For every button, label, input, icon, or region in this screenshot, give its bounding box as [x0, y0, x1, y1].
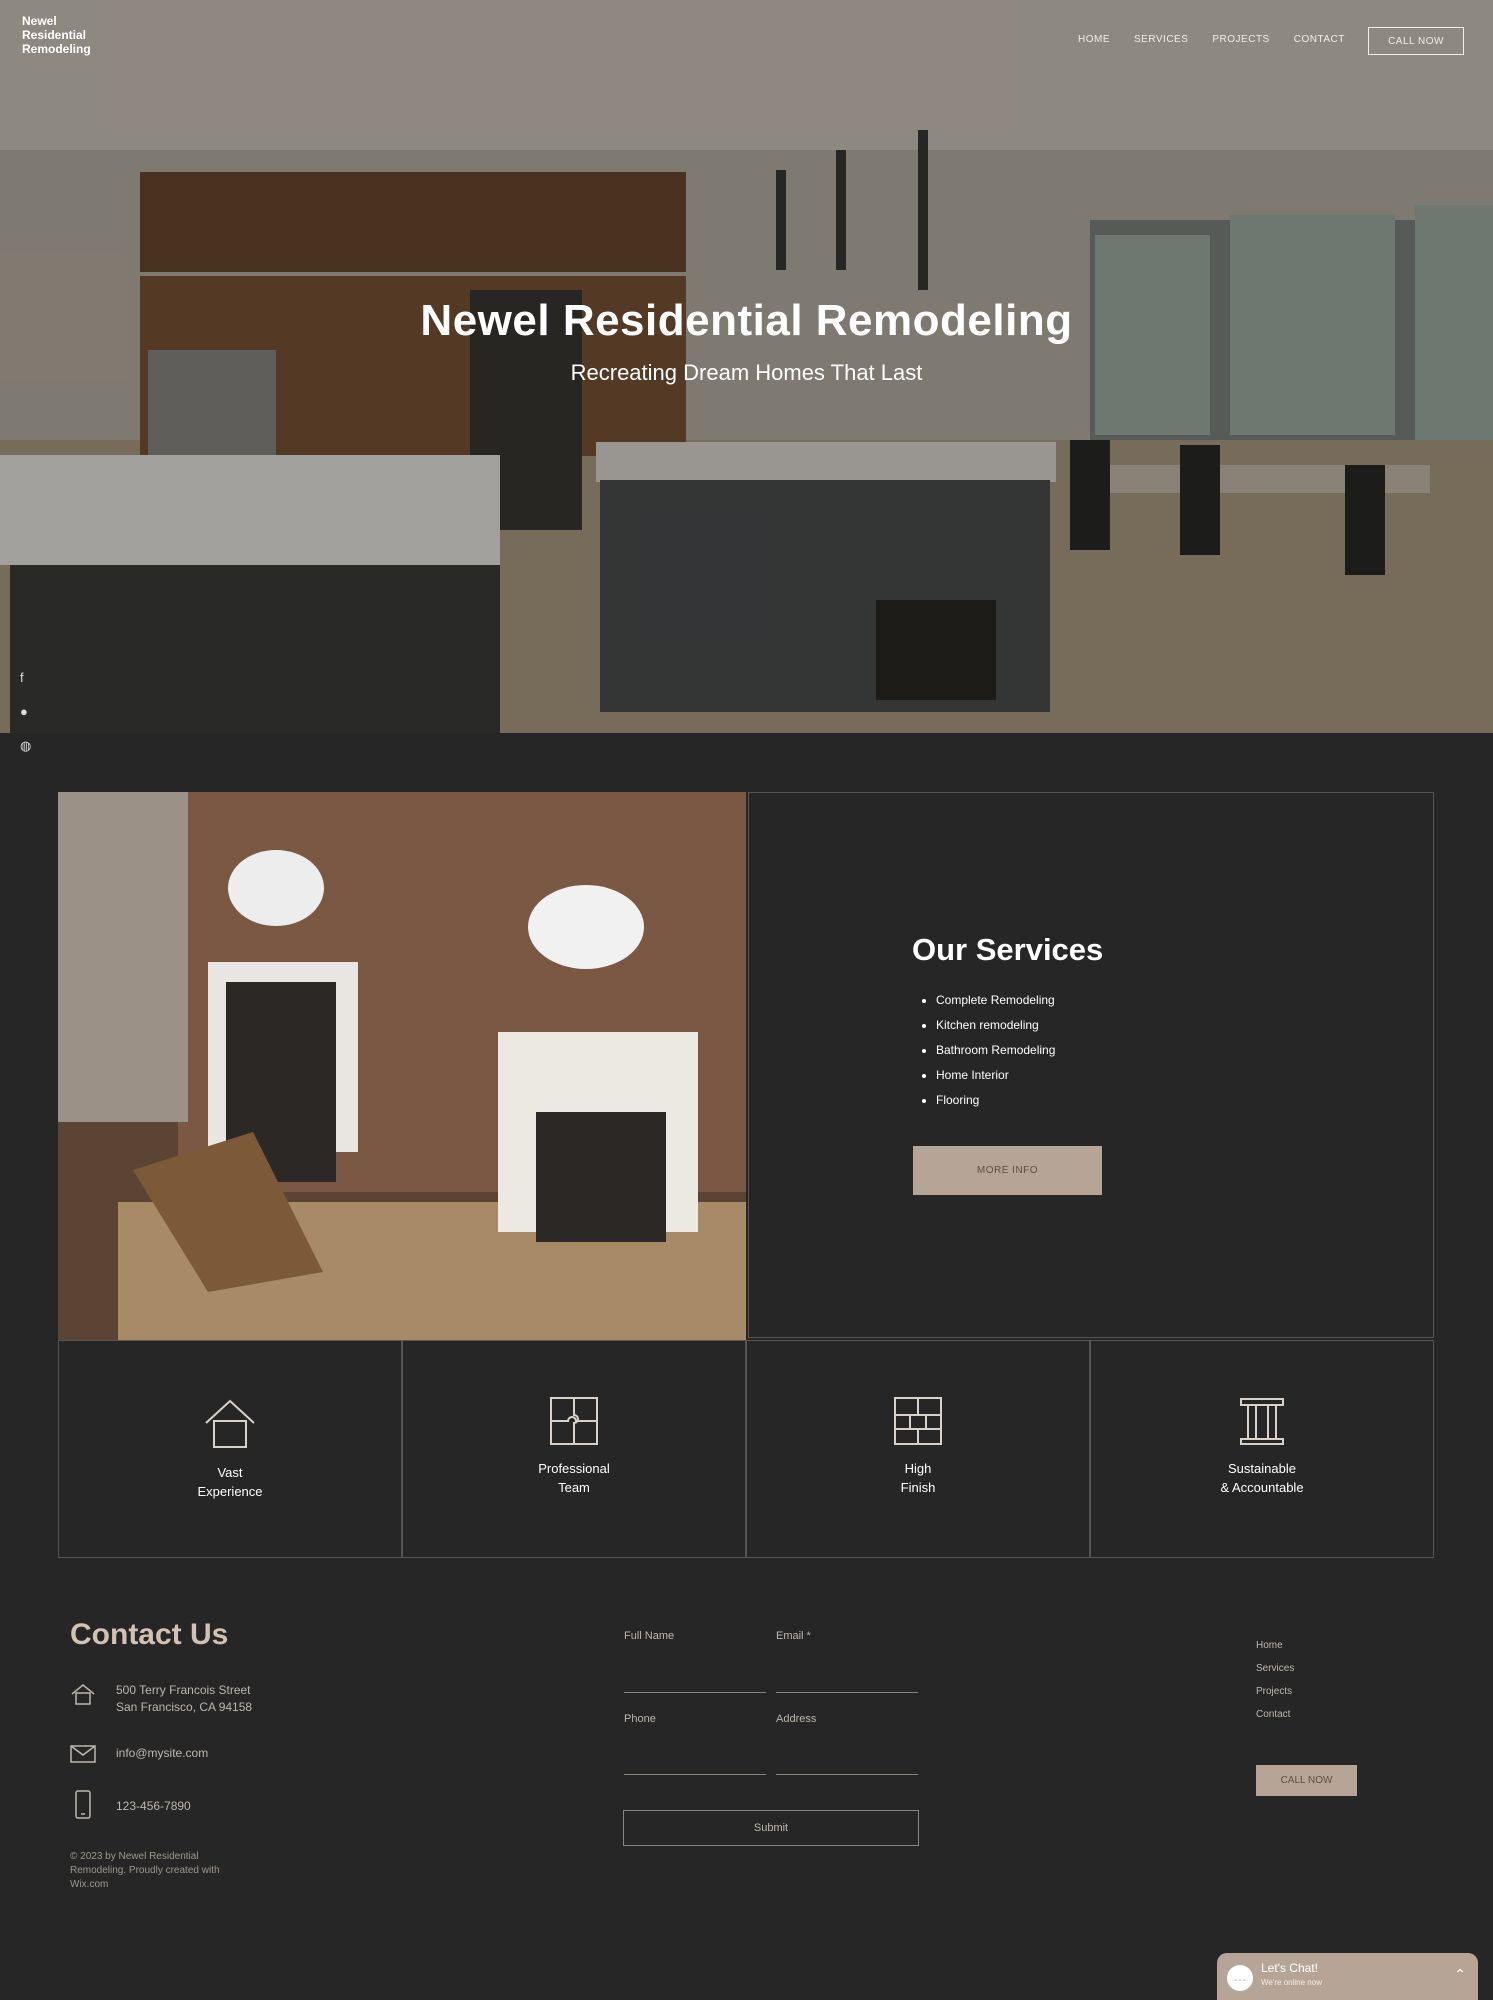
- footer-links: Home Services Projects Contact: [1256, 1634, 1294, 1726]
- hero-title: Newel Residential Remodeling: [420, 296, 1073, 345]
- nav-services[interactable]: SERVICES: [1134, 34, 1188, 45]
- email-link[interactable]: info@mysite.com: [116, 1745, 208, 1762]
- feature-label: Sustainable & Accountable: [1220, 1461, 1304, 1495]
- hero-subtitle: Recreating Dream Homes That Last: [570, 360, 923, 385]
- footer-link-services[interactable]: Services: [1256, 1657, 1294, 1680]
- footer-link-home[interactable]: Home: [1256, 1634, 1294, 1657]
- pinterest-icon[interactable]: ●: [20, 704, 28, 719]
- footer-link-contact[interactable]: Contact: [1256, 1703, 1294, 1726]
- nav-contact[interactable]: CONTACT: [1294, 34, 1345, 45]
- phone-input[interactable]: [624, 1774, 766, 1775]
- feature-team: Professional Team: [402, 1340, 746, 1558]
- services-panel: [748, 792, 1434, 1338]
- chat-bubble-icon: …: [1227, 1965, 1253, 1991]
- call-now-button[interactable]: CALL NOW: [1368, 27, 1464, 55]
- chat-widget[interactable]: … Let's Chat! We're online now ⌃: [1217, 1953, 1478, 2000]
- feature-label: High Finish: [900, 1461, 936, 1495]
- home-icon: [71, 1684, 95, 1705]
- main-nav: HOME SERVICES PROJECTS CONTACT: [1078, 34, 1369, 45]
- address-input[interactable]: [776, 1774, 918, 1775]
- service-item: Bathroom Remodeling: [936, 1038, 1055, 1063]
- column-icon: [1240, 1398, 1284, 1445]
- service-item: Kitchen remodeling: [936, 1013, 1055, 1038]
- full-name-input[interactable]: [624, 1692, 766, 1693]
- nav-projects[interactable]: PROJECTS: [1212, 34, 1269, 45]
- contact-address: 500 Terry Francois Street San Francisco,…: [70, 1682, 252, 1716]
- phone-icon: [75, 1790, 91, 1819]
- services-list: Complete Remodeling Kitchen remodeling B…: [922, 988, 1055, 1113]
- mail-icon: [70, 1745, 96, 1763]
- contact-title: Contact Us: [70, 1618, 229, 1651]
- facebook-icon[interactable]: f: [20, 670, 24, 685]
- nav-home[interactable]: HOME: [1078, 34, 1110, 45]
- feature-label: Vast Experience: [197, 1465, 263, 1499]
- chevron-up-icon[interactable]: ⌃: [1454, 1966, 1466, 1983]
- email-label: Email *: [776, 1630, 811, 1642]
- address-label: Address: [776, 1713, 817, 1725]
- instagram-icon[interactable]: ◍: [20, 738, 31, 754]
- footer-call-now-button[interactable]: CALL NOW: [1256, 1765, 1357, 1796]
- chat-title: Let's Chat!: [1261, 1961, 1318, 1975]
- services-title: Our Services: [912, 932, 1104, 967]
- contact-email: info@mysite.com: [70, 1745, 208, 1763]
- feature-label: Professional Team: [538, 1461, 610, 1495]
- contact-phone: 123-456-7890: [70, 1790, 191, 1820]
- submit-button[interactable]: Submit: [623, 1810, 919, 1846]
- feature-finish: High Finish: [746, 1340, 1090, 1558]
- address-text: 500 Terry Francois Street San Francisco,…: [116, 1683, 253, 1714]
- copyright: © 2023 by Newel Residential Remodeling. …: [70, 1851, 220, 1890]
- more-info-button[interactable]: MORE INFO: [913, 1146, 1102, 1195]
- feature-sustainable: Sustainable & Accountable: [1090, 1340, 1434, 1558]
- chat-subtitle: We're online now: [1261, 1978, 1322, 1987]
- email-input[interactable]: [776, 1692, 918, 1693]
- service-item: Complete Remodeling: [936, 988, 1055, 1013]
- phone-label: Phone: [624, 1713, 656, 1725]
- workers-photo: [58, 792, 746, 1340]
- site-logo[interactable]: Newel Residential Remodeling: [22, 14, 132, 56]
- house-icon: [205, 1399, 255, 1448]
- full-name-label: Full Name: [624, 1630, 675, 1642]
- puzzle-icon: [550, 1397, 598, 1445]
- footer-link-projects[interactable]: Projects: [1256, 1680, 1294, 1703]
- service-item: Flooring: [936, 1088, 1055, 1113]
- tiles-icon: [894, 1397, 942, 1445]
- service-item: Home Interior: [936, 1063, 1055, 1088]
- feature-experience: Vast Experience: [58, 1340, 402, 1558]
- phone-text: 123-456-7890: [116, 1799, 191, 1813]
